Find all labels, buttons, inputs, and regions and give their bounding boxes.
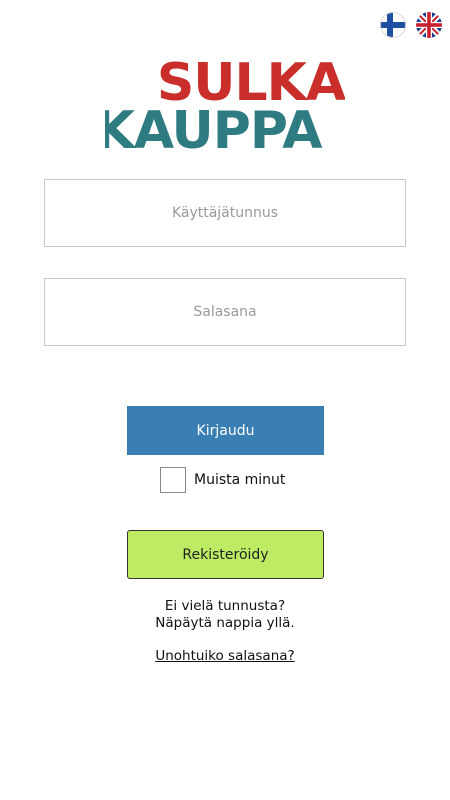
register-hint-line-1: Ei vielä tunnusta? xyxy=(164,598,286,614)
remember-me-label: Muista minut xyxy=(194,472,286,488)
finland-flag-icon[interactable] xyxy=(380,12,406,38)
uk-flag-icon[interactable] xyxy=(416,12,442,38)
forgot-password-link[interactable]: Unohtuiko salasana? xyxy=(155,648,294,664)
register-hint: Ei vielä tunnusta? Näpäytä nappia yllä. xyxy=(0,598,450,632)
remember-me-checkbox[interactable] xyxy=(160,467,186,493)
username-field-container xyxy=(44,179,406,247)
register-button[interactable]: Rekisteröidy xyxy=(127,530,324,579)
username-input[interactable] xyxy=(45,180,405,246)
logo-text-kauppa: KAUPPA xyxy=(105,101,322,156)
login-button[interactable]: Kirjaudu xyxy=(127,406,324,455)
remember-me: Muista minut xyxy=(160,467,285,493)
password-input[interactable] xyxy=(45,279,405,345)
register-hint-line-2: Näpäytä nappia yllä. xyxy=(155,615,295,631)
forgot-password-container: Unohtuiko salasana? xyxy=(0,648,450,664)
password-field-container xyxy=(44,278,406,346)
language-selector xyxy=(380,12,442,38)
logo: SULKA KAUPPA xyxy=(0,56,450,156)
